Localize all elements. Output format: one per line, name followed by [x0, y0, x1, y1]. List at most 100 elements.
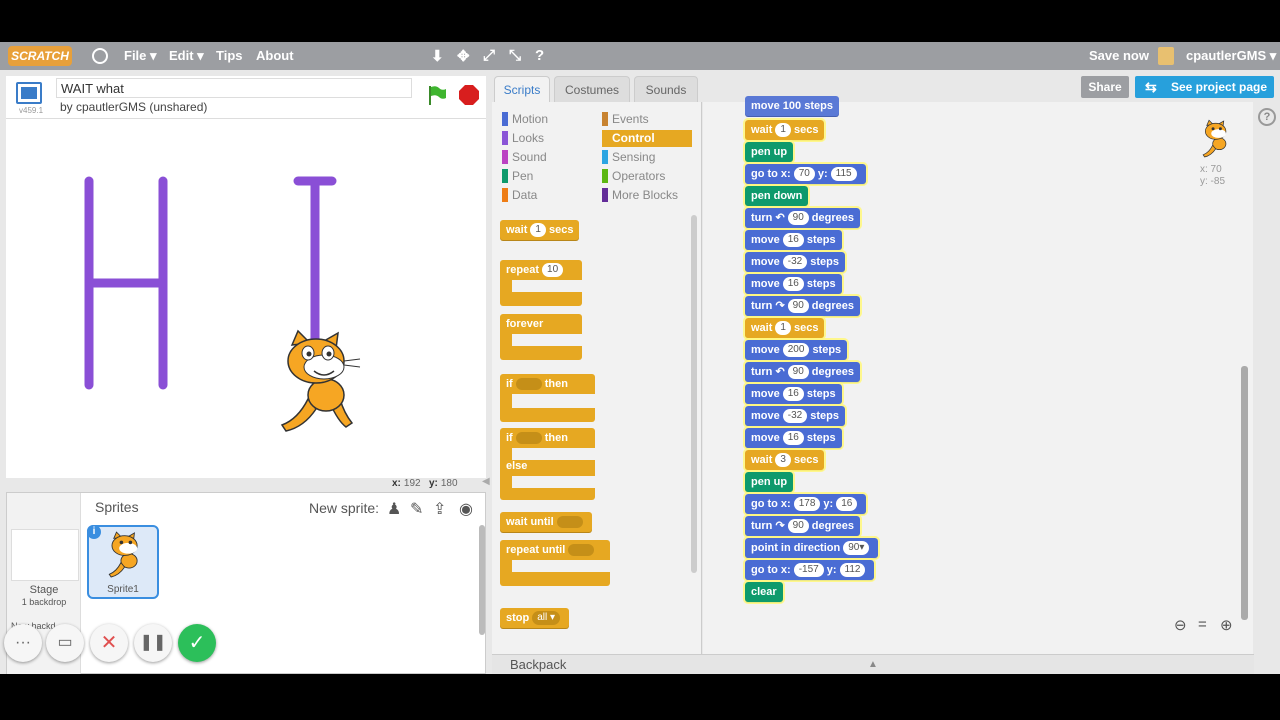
- block-input[interactable]: -32: [782, 255, 808, 270]
- palette-if-else-block[interactable]: if then else: [500, 428, 595, 500]
- script-block[interactable]: go to x: 70 y: 115: [743, 162, 868, 186]
- tab-scripts[interactable]: Scripts: [494, 76, 550, 102]
- see-project-page-button[interactable]: ⇆ See project page: [1135, 76, 1274, 98]
- grow-icon[interactable]: ⤢: [483, 47, 495, 64]
- stage-canvas[interactable]: [6, 118, 486, 478]
- expand-arrow-icon[interactable]: ▲: [868, 655, 878, 674]
- category-events[interactable]: Events: [602, 111, 649, 128]
- script-block[interactable]: move 200 steps: [742, 338, 850, 362]
- category-sound[interactable]: Sound: [502, 149, 547, 166]
- block-input[interactable]: 90: [787, 365, 809, 380]
- script-block[interactable]: turn ↷ 90 degrees: [743, 514, 862, 538]
- block-input[interactable]: 1: [775, 321, 791, 336]
- script-block[interactable]: pen up: [742, 470, 796, 494]
- block-input[interactable]: 16: [782, 387, 804, 402]
- share-button[interactable]: Share: [1081, 76, 1129, 98]
- block-input[interactable]: 90: [787, 299, 809, 314]
- edit-menu[interactable]: Edit ▾: [169, 48, 204, 64]
- category-motion[interactable]: Motion: [502, 111, 548, 128]
- scratch-logo[interactable]: SCRATCH: [8, 46, 72, 66]
- script-area[interactable]: move 100 steps wait 1 secs pen up go to x: 70…: [703, 96, 1253, 654]
- script-block[interactable]: wait 1 secs: [742, 316, 827, 340]
- about-menu[interactable]: About: [256, 48, 294, 63]
- script-block[interactable]: go to x: 178 y: 16: [742, 492, 869, 516]
- script-block[interactable]: move -32 steps: [743, 250, 847, 274]
- pause-record-button[interactable]: ❚❚: [134, 624, 172, 662]
- backpack-bar[interactable]: Backpack ▲: [492, 654, 1254, 674]
- script-scrollbar[interactable]: [1241, 366, 1248, 620]
- stage-thumbnail[interactable]: [11, 529, 79, 581]
- script-block[interactable]: go to x: -157 y: 112: [742, 558, 877, 582]
- script-block[interactable]: move 16 steps: [743, 228, 844, 252]
- fullscreen-icon[interactable]: [16, 82, 42, 104]
- palette-stop-block[interactable]: stop all ▾: [500, 608, 570, 628]
- block-input[interactable]: 1: [775, 123, 791, 138]
- zoom-reset-icon[interactable]: =: [1198, 616, 1207, 633]
- script-block[interactable]: turn ↶ 90 degrees: [743, 206, 862, 230]
- block-input[interactable]: 16: [782, 431, 804, 446]
- project-title-input[interactable]: WAIT what: [56, 78, 412, 98]
- palette-wait-until-block[interactable]: wait until: [500, 512, 592, 532]
- tips-menu[interactable]: Tips: [216, 48, 243, 63]
- help-icon[interactable]: ?: [1258, 108, 1276, 126]
- camera-record-button[interactable]: ▭: [46, 624, 84, 662]
- category-more-blocks[interactable]: More Blocks: [602, 187, 678, 204]
- palette-wait-block[interactable]: wait 1 secs: [500, 220, 580, 240]
- file-menu[interactable]: File ▾: [124, 48, 157, 64]
- block-input[interactable]: 70: [793, 167, 815, 182]
- category-control[interactable]: Control: [602, 130, 692, 147]
- cut-scissors-icon[interactable]: ✥: [457, 47, 470, 65]
- block-input[interactable]: 16: [782, 233, 804, 248]
- zoom-out-icon[interactable]: ⊖: [1174, 616, 1187, 634]
- block-input[interactable]: 112: [839, 563, 866, 578]
- cancel-record-button[interactable]: ✕: [90, 624, 128, 662]
- sprites-scrollbar[interactable]: [479, 525, 485, 635]
- block-input[interactable]: -32: [782, 409, 808, 424]
- script-block[interactable]: clear: [743, 580, 785, 604]
- script-block[interactable]: move 16 steps: [743, 426, 844, 450]
- block-input[interactable]: 178: [793, 497, 821, 512]
- block-input[interactable]: 200: [782, 343, 810, 358]
- block-input[interactable]: 16: [782, 277, 804, 292]
- script-block[interactable]: pen up: [742, 140, 796, 164]
- done-record-button[interactable]: ✓: [178, 624, 216, 662]
- category-operators[interactable]: Operators: [602, 168, 665, 185]
- script-block[interactable]: wait 1 secs: [742, 118, 827, 142]
- category-sensing[interactable]: Sensing: [602, 149, 655, 166]
- zoom-in-icon[interactable]: ⊕: [1220, 616, 1233, 634]
- block-input[interactable]: 3: [775, 453, 791, 468]
- collapse-arrow-icon[interactable]: ◀: [482, 476, 490, 487]
- palette-repeat-block[interactable]: repeat 10: [500, 260, 582, 306]
- block-input[interactable]: -157: [793, 563, 824, 578]
- script-block[interactable]: turn ↶ 90 degrees: [743, 360, 862, 384]
- category-looks[interactable]: Looks: [502, 130, 544, 147]
- user-folder-icon[interactable]: [1158, 47, 1174, 65]
- script-block[interactable]: point in direction 90▾: [742, 536, 881, 560]
- tab-costumes[interactable]: Costumes: [554, 76, 630, 102]
- script-block[interactable]: move -32 steps: [743, 404, 847, 428]
- palette-if-then-block[interactable]: if then: [500, 374, 595, 422]
- shrink-icon[interactable]: ⤡: [509, 47, 521, 64]
- block-help-icon[interactable]: ?: [535, 47, 544, 64]
- category-pen[interactable]: Pen: [502, 168, 533, 185]
- block-input[interactable]: 90: [787, 211, 809, 226]
- script-block[interactable]: pen down: [742, 184, 811, 208]
- block-input[interactable]: 16: [836, 497, 858, 512]
- block-input[interactable]: 90▾: [843, 541, 870, 556]
- cat-sprite[interactable]: [268, 329, 366, 435]
- block-input[interactable]: 90: [787, 519, 809, 534]
- script-block[interactable]: turn ↷ 90 degrees: [743, 294, 862, 318]
- palette-forever-block[interactable]: forever: [500, 314, 582, 360]
- duplicate-stamp-icon[interactable]: ⬇: [431, 47, 444, 65]
- more-options-button[interactable]: ···: [4, 624, 42, 662]
- block-input[interactable]: 115: [830, 167, 857, 182]
- script-block[interactable]: move 16 steps: [743, 272, 844, 296]
- paint-brush-icon[interactable]: ✎: [410, 499, 423, 519]
- upload-icon[interactable]: ⇪: [433, 499, 446, 519]
- save-now-link[interactable]: Save now: [1089, 48, 1149, 63]
- script-block[interactable]: move 16 steps: [743, 382, 844, 406]
- tab-sounds[interactable]: Sounds: [634, 76, 698, 102]
- language-globe-icon[interactable]: [92, 48, 108, 64]
- sprite-library-icon[interactable]: ♟: [387, 499, 401, 519]
- sprite-card[interactable]: i Sprite1: [87, 525, 159, 599]
